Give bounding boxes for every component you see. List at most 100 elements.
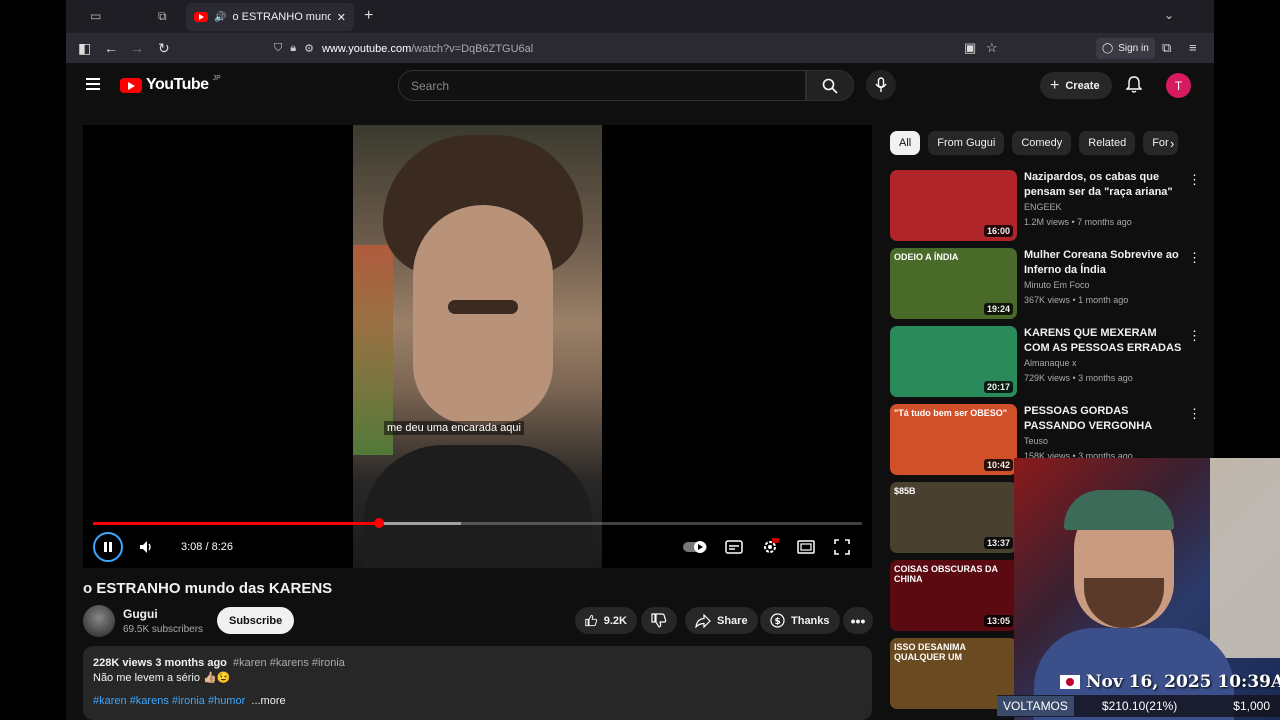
recommendation-item[interactable]: 20:17 KARENS QUE MEXERAM COM AS PESSOAS E… xyxy=(890,326,1201,398)
pause-button[interactable] xyxy=(93,532,123,562)
subtitles-icon xyxy=(725,540,743,554)
more-horizontal-icon: ••• xyxy=(850,612,866,629)
like-count: 9.2K xyxy=(603,614,627,627)
channel-avatar[interactable] xyxy=(83,605,115,637)
like-button[interactable]: 9.2K xyxy=(575,607,637,634)
video-thumbnail[interactable]: 16:00 xyxy=(890,170,1017,241)
recommendation-title[interactable]: Mulher Coreana Sobrevive ao Inferno da Í… xyxy=(1024,248,1182,278)
youtube-favicon-icon xyxy=(194,12,208,22)
pause-icon xyxy=(104,542,112,552)
forward-button[interactable]: → xyxy=(130,40,144,56)
more-vertical-icon[interactable]: ⋮ xyxy=(1188,250,1201,266)
guide-menu-icon[interactable] xyxy=(86,78,100,90)
recommendation-title[interactable]: PESSOAS GORDAS PASSANDO VERGONHA xyxy=(1024,404,1182,434)
avatar-letter: T xyxy=(1174,78,1183,93)
recommendation-channel-name: Almanaque x xyxy=(1024,358,1077,368)
filter-chip[interactable]: All xyxy=(890,131,921,155)
app-menu-icon[interactable]: ≡ xyxy=(1189,40,1197,55)
video-title: o ESTRANHO mundo das KARENS xyxy=(83,580,333,597)
more-actions-button[interactable]: ••• xyxy=(843,607,873,634)
video-player[interactable]: me deu uma encarada aqui 3:08 / 8:26 xyxy=(83,125,872,568)
sidebar-icon[interactable]: ◧ xyxy=(78,40,91,57)
recommendation-title[interactable]: KARENS QUE MEXERAM COM AS PESSOAS ERRADA… xyxy=(1024,326,1182,356)
new-tab-button[interactable]: + xyxy=(364,7,373,25)
account-avatar[interactable]: T xyxy=(1166,73,1191,98)
more-vertical-icon[interactable]: ⋮ xyxy=(1188,172,1201,188)
create-button[interactable]: + Create xyxy=(1040,72,1112,99)
autoplay-toggle[interactable] xyxy=(683,532,709,562)
recommendation-meta: 1.2M views • 7 months ago xyxy=(1024,217,1132,227)
url-bar[interactable]: ⛉ 🔒︎ ⚙ www.youtube.com/watch?v=DqB6ZTGU6… xyxy=(266,37,1006,60)
list-all-tabs-icon[interactable]: ⌄ xyxy=(1164,8,1174,22)
chevron-right-icon[interactable]: › xyxy=(1170,136,1174,151)
sign-in-button[interactable]: ◯ Sign in xyxy=(1096,38,1155,59)
thanks-button[interactable]: $ Thanks xyxy=(760,607,840,634)
more-vertical-icon[interactable]: ⋮ xyxy=(1188,328,1201,344)
scrubber-handle[interactable] xyxy=(374,518,385,528)
views-date: 228K views 3 months ago xyxy=(93,657,227,669)
shield-icon[interactable]: ⛉ xyxy=(274,42,282,55)
subtitles-button[interactable] xyxy=(721,532,747,562)
thanks-heart-icon: $ xyxy=(770,613,785,628)
search-input[interactable]: Search xyxy=(398,70,806,101)
channel-name[interactable]: Gugui xyxy=(123,607,158,621)
recommendation-item[interactable]: ODEIO A ÍNDIA 19:24 Mulher Coreana Sobrevi… xyxy=(890,248,1201,320)
top-tags[interactable]: #karen #karens #ironia xyxy=(233,657,345,669)
video-thumbnail[interactable]: $85B 13:37 xyxy=(890,482,1017,553)
description-meta: 228K views 3 months ago #karen #karens #… xyxy=(93,656,862,671)
recommendation-meta: 729K views • 3 months ago xyxy=(1024,373,1133,383)
description-box[interactable]: 228K views 3 months ago #karen #karens #… xyxy=(83,646,872,720)
reload-button[interactable]: ↻ xyxy=(158,40,170,57)
bookmark-star-icon[interactable]: ☆ xyxy=(986,40,998,56)
settings-button[interactable] xyxy=(757,532,783,562)
subscribe-button[interactable]: Subscribe xyxy=(217,607,295,634)
nav-bar: ◧ ← → ↻ ⛉ 🔒︎ ⚙ www.youtube.com/watch?v=D… xyxy=(66,33,1214,64)
filter-chip[interactable]: From Gugui xyxy=(928,131,1005,155)
youtube-logo[interactable]: YouTube JP xyxy=(120,75,221,94)
donation-ticker: VOLTAMOS $210.10(21%) $1,000 xyxy=(997,695,1280,717)
share-button[interactable]: Share xyxy=(685,607,758,634)
create-label: Create xyxy=(1065,79,1100,92)
extensions-icon[interactable]: ⧉ xyxy=(1162,40,1171,56)
back-button[interactable]: ← xyxy=(104,40,118,56)
video-thumbnail[interactable]: COISAS OBSCURAS DA CHINA 13:05 xyxy=(890,560,1017,631)
volume-icon xyxy=(140,541,151,553)
recommendation-channel[interactable]: Minuto Em Foco xyxy=(1024,280,1090,290)
filter-chip[interactable]: Comedy xyxy=(1012,131,1072,155)
recommendation-channel[interactable]: Almanaque x xyxy=(1024,358,1077,368)
filter-chip[interactable]: Related xyxy=(1079,131,1136,155)
video-thumbnail[interactable]: ODEIO A ÍNDIA 19:24 xyxy=(890,248,1017,319)
dislike-button[interactable] xyxy=(641,607,677,634)
more-vertical-icon[interactable]: ⋮ xyxy=(1188,406,1201,422)
progress-bar[interactable] xyxy=(93,518,862,528)
video-thumbnail[interactable]: "Tá tudo bem ser OBESO" 10:42 xyxy=(890,404,1017,475)
recommendation-title[interactable]: Nazipardos, os cabas que pensam ser da "… xyxy=(1024,170,1182,200)
lock-icon[interactable]: 🔒︎ xyxy=(290,42,296,55)
theater-mode-button[interactable] xyxy=(793,532,819,562)
picture-in-picture-icon[interactable]: ▣ xyxy=(964,40,976,56)
video-thumbnail[interactable]: 20:17 xyxy=(890,326,1017,397)
recommendation-channel-name: Teuso xyxy=(1024,436,1049,446)
ticker-label: VOLTAMOS xyxy=(997,696,1074,716)
show-more-button[interactable]: ...more xyxy=(251,695,285,707)
audio-playing-icon[interactable]: 🔊 xyxy=(214,12,226,23)
thumbs-up-icon xyxy=(585,614,598,627)
filter-chips: All From Gugui Comedy Related For xyxy=(890,131,1178,155)
sidebar-toggle-icon[interactable]: ▭ xyxy=(90,9,106,23)
recommendation-channel[interactable]: ENGEEK xyxy=(1024,202,1062,212)
permissions-icon[interactable]: ⚙ xyxy=(304,42,314,55)
hashtags[interactable]: #karen #karens #ironia #humor xyxy=(93,695,245,707)
tab-overview-icon[interactable]: ⧉ xyxy=(158,9,174,23)
voice-search-button[interactable] xyxy=(866,70,896,100)
tab-youtube[interactable]: 🔊 o ESTRANHO mundo das KARENS ✕ xyxy=(186,3,354,31)
notifications-button[interactable] xyxy=(1126,76,1142,94)
volume-button[interactable] xyxy=(135,532,159,562)
fullscreen-button[interactable] xyxy=(829,532,855,562)
recommendation-channel[interactable]: Teuso xyxy=(1024,436,1048,446)
recommendation-meta: 367K views • 1 month ago xyxy=(1024,295,1129,305)
search-button[interactable] xyxy=(806,70,854,101)
close-tab-icon[interactable]: ✕ xyxy=(337,11,346,24)
video-person-face xyxy=(413,205,553,425)
video-duration: 13:37 xyxy=(983,537,1013,549)
recommendation-item[interactable]: 16:00 Nazipardos, os cabas que pensam ser… xyxy=(890,170,1201,242)
